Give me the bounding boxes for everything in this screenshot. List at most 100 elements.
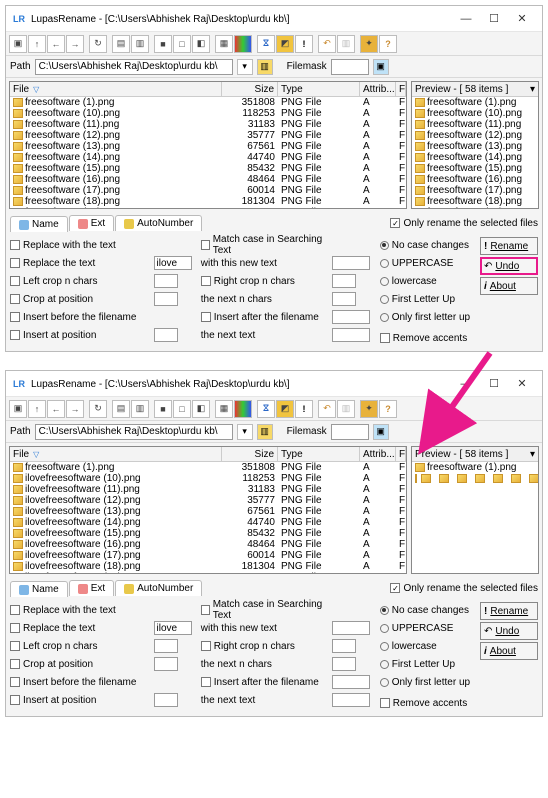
list-item[interactable]: freesoftware (11).png [412, 119, 538, 130]
refresh-icon[interactable]: ↻ [89, 35, 107, 53]
preview-grid[interactable]: Preview - [ 58 items ]▾ freesoftware (1)… [411, 81, 539, 209]
folder-icon[interactable]: ▥ [131, 35, 149, 53]
path-input[interactable] [35, 424, 233, 440]
forward-icon[interactable]: → [66, 35, 84, 53]
next-text-input[interactable] [332, 328, 370, 342]
maximize-button[interactable]: ☐ [480, 9, 508, 29]
table-row[interactable]: freesoftware (10).png118253PNG FileAF [10, 108, 406, 119]
table-row[interactable]: ilovefreesoftware (16).png48464PNG FileA… [10, 539, 406, 550]
chk-left-crop[interactable] [10, 641, 20, 651]
color-icon[interactable] [234, 400, 252, 418]
apply-mask-icon[interactable]: ▣ [373, 424, 389, 440]
tab-ext[interactable]: Ext [69, 215, 114, 231]
folder-up-icon[interactable]: ▤ [112, 35, 130, 53]
col-attrib[interactable]: Attrib... [360, 447, 396, 461]
path-dropdown-icon[interactable]: ▾ [237, 59, 253, 75]
about-button[interactable]: iAbout [480, 642, 538, 660]
list-item[interactable] [412, 473, 538, 484]
list-icon[interactable]: ▦ [215, 35, 233, 53]
chk-replace-text[interactable] [10, 623, 20, 633]
close-button[interactable]: ✕ [508, 374, 536, 394]
chk-right-crop[interactable] [201, 276, 211, 286]
chk-insert-before[interactable] [10, 677, 20, 687]
file-grid[interactable]: File▽ Size Type Attrib... F freesoftware… [9, 81, 407, 209]
color-icon[interactable] [234, 35, 252, 53]
table-row[interactable]: freesoftware (1).png351808PNG FileAF [10, 97, 406, 108]
help-icon[interactable]: ? [379, 35, 397, 53]
with-new-input[interactable] [332, 621, 370, 635]
list-item[interactable] [526, 473, 539, 484]
with-new-input[interactable] [332, 256, 370, 270]
browse-icon[interactable]: ▥ [257, 59, 273, 75]
rename-tool-icon[interactable]: ! [295, 400, 313, 418]
right-crop-input[interactable] [332, 274, 356, 288]
list-item[interactable] [436, 473, 539, 484]
folder-icon[interactable]: ▥ [131, 400, 149, 418]
tab-autonumber[interactable]: AutoNumber [115, 215, 202, 231]
list-item[interactable] [508, 473, 539, 484]
list-item[interactable]: freesoftware (14).png [412, 152, 538, 163]
insert-at-input[interactable] [154, 693, 178, 707]
list-icon[interactable]: ▦ [215, 400, 233, 418]
file-grid[interactable]: File▽ Size Type Attrib... F freesoftware… [9, 446, 407, 574]
only-rename-checkbox[interactable]: ✓Only rename the selected files [390, 218, 538, 229]
up-icon[interactable]: ↑ [28, 35, 46, 53]
minimize-button[interactable]: — [452, 374, 480, 394]
options-icon[interactable]: ◩ [276, 35, 294, 53]
radio-first-letter[interactable] [380, 295, 389, 304]
next-n-input[interactable] [332, 657, 356, 671]
radio-first-letter[interactable] [380, 660, 389, 669]
replace-text-input[interactable] [154, 621, 192, 635]
next-n-input[interactable] [332, 292, 356, 306]
insert-after-input[interactable] [332, 675, 370, 689]
chk-replace-with[interactable] [10, 240, 20, 250]
left-crop-input[interactable] [154, 639, 178, 653]
replace-text-input[interactable] [154, 256, 192, 270]
invert-icon[interactable]: ◧ [192, 400, 210, 418]
drive-icon[interactable]: ▣ [9, 400, 27, 418]
list-item[interactable] [418, 473, 539, 484]
select-all-icon[interactable]: ■ [154, 400, 172, 418]
chk-replace-with[interactable] [10, 605, 20, 615]
table-row[interactable]: ilovefreesoftware (14).png44740PNG FileA… [10, 517, 406, 528]
table-row[interactable]: freesoftware (15).png85432PNG FileAF [10, 163, 406, 174]
only-rename-checkbox[interactable]: ✓Only rename the selected files [390, 583, 538, 594]
settings-icon[interactable]: ✦ [360, 35, 378, 53]
undo-tool-icon[interactable]: ↶ [318, 35, 336, 53]
table-row[interactable]: freesoftware (18).png181304PNG FileAF [10, 196, 406, 207]
list-item[interactable]: freesoftware (18).png [412, 196, 538, 207]
radio-only-first[interactable] [380, 678, 389, 687]
close-button[interactable]: ✕ [508, 9, 536, 29]
maximize-button[interactable]: ☐ [480, 374, 508, 394]
left-crop-input[interactable] [154, 274, 178, 288]
radio-uppercase[interactable] [380, 624, 389, 633]
table-row[interactable]: freesoftware (13).png67561PNG FileAF [10, 141, 406, 152]
drive-icon[interactable]: ▣ [9, 35, 27, 53]
filemask-input[interactable] [331, 424, 369, 440]
browse-icon[interactable]: ▥ [257, 424, 273, 440]
select-none-icon[interactable]: □ [173, 400, 191, 418]
radio-only-first[interactable] [380, 313, 389, 322]
select-all-icon[interactable]: ■ [154, 35, 172, 53]
table-row[interactable]: ilovefreesoftware (15).png85432PNG FileA… [10, 528, 406, 539]
settings-icon[interactable]: ✦ [360, 400, 378, 418]
col-file[interactable]: File▽ [10, 447, 222, 461]
table-row[interactable]: freesoftware (16).png48464PNG FileAF [10, 174, 406, 185]
chk-insert-after[interactable] [201, 312, 211, 322]
right-crop-input[interactable] [332, 639, 356, 653]
tab-autonumber[interactable]: AutoNumber [115, 580, 202, 596]
list-item[interactable]: freesoftware (10).png [412, 108, 538, 119]
chk-crop-at[interactable] [10, 294, 20, 304]
chk-replace-text[interactable] [10, 258, 20, 268]
radio-no-case[interactable] [380, 241, 389, 250]
table-row[interactable]: freesoftware (19).png182092PNG FileAF [10, 207, 406, 209]
chk-match-case[interactable] [201, 240, 210, 250]
list-item[interactable]: freesoftware (19).png [412, 207, 538, 209]
crop-at-input[interactable] [154, 657, 178, 671]
forward-icon[interactable]: → [66, 400, 84, 418]
undo-button[interactable]: ↶Undo [480, 257, 538, 275]
table-row[interactable]: freesoftware (1).png351808PNG FileAF [10, 462, 406, 473]
insert-after-input[interactable] [332, 310, 370, 324]
chk-remove-accents[interactable] [380, 698, 390, 708]
help-icon[interactable]: ? [379, 400, 397, 418]
